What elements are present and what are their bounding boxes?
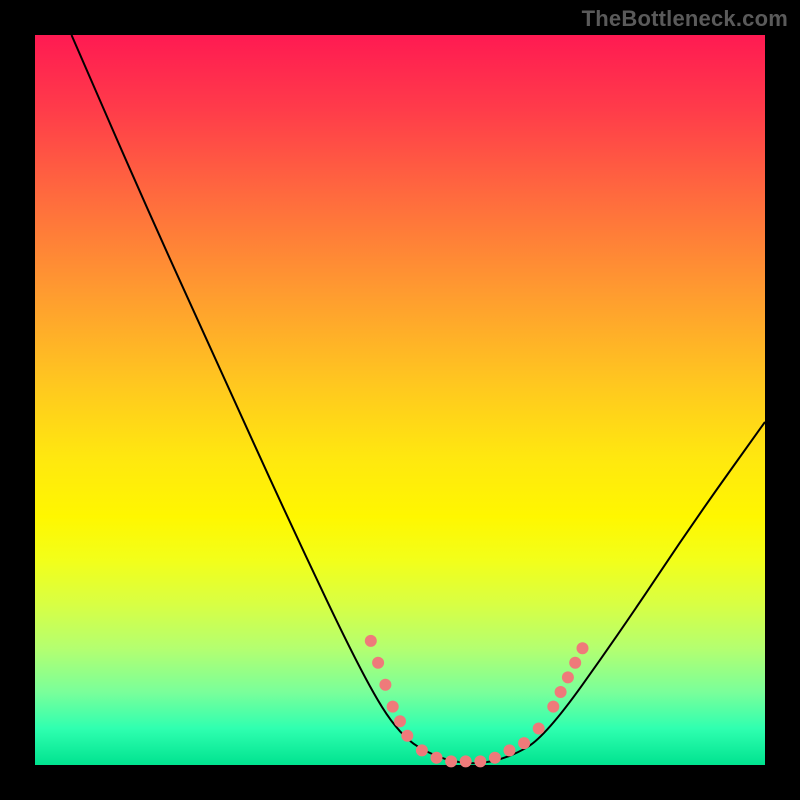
highlight-dot	[460, 755, 472, 767]
watermark-label: TheBottleneck.com	[582, 6, 788, 32]
highlight-dot	[504, 744, 516, 756]
highlight-dot	[547, 701, 559, 713]
highlight-dot	[518, 737, 530, 749]
highlight-dot	[379, 679, 391, 691]
highlight-dot	[387, 701, 399, 713]
highlight-dot	[489, 752, 501, 764]
highlight-dot	[394, 715, 406, 727]
highlight-dot	[431, 752, 443, 764]
highlight-dots-group	[365, 635, 589, 768]
highlight-dot	[474, 755, 486, 767]
highlight-dot	[372, 657, 384, 669]
highlight-dot	[533, 723, 545, 735]
highlight-dot	[445, 755, 457, 767]
highlight-dot	[562, 671, 574, 683]
plot-area	[35, 35, 765, 765]
curve-svg	[35, 35, 765, 765]
highlight-dot	[365, 635, 377, 647]
bottleneck-curve	[72, 35, 766, 763]
highlight-dot	[555, 686, 567, 698]
highlight-dot	[416, 744, 428, 756]
highlight-dot	[577, 642, 589, 654]
highlight-dot	[401, 730, 413, 742]
highlight-dot	[569, 657, 581, 669]
chart-frame: TheBottleneck.com	[0, 0, 800, 800]
